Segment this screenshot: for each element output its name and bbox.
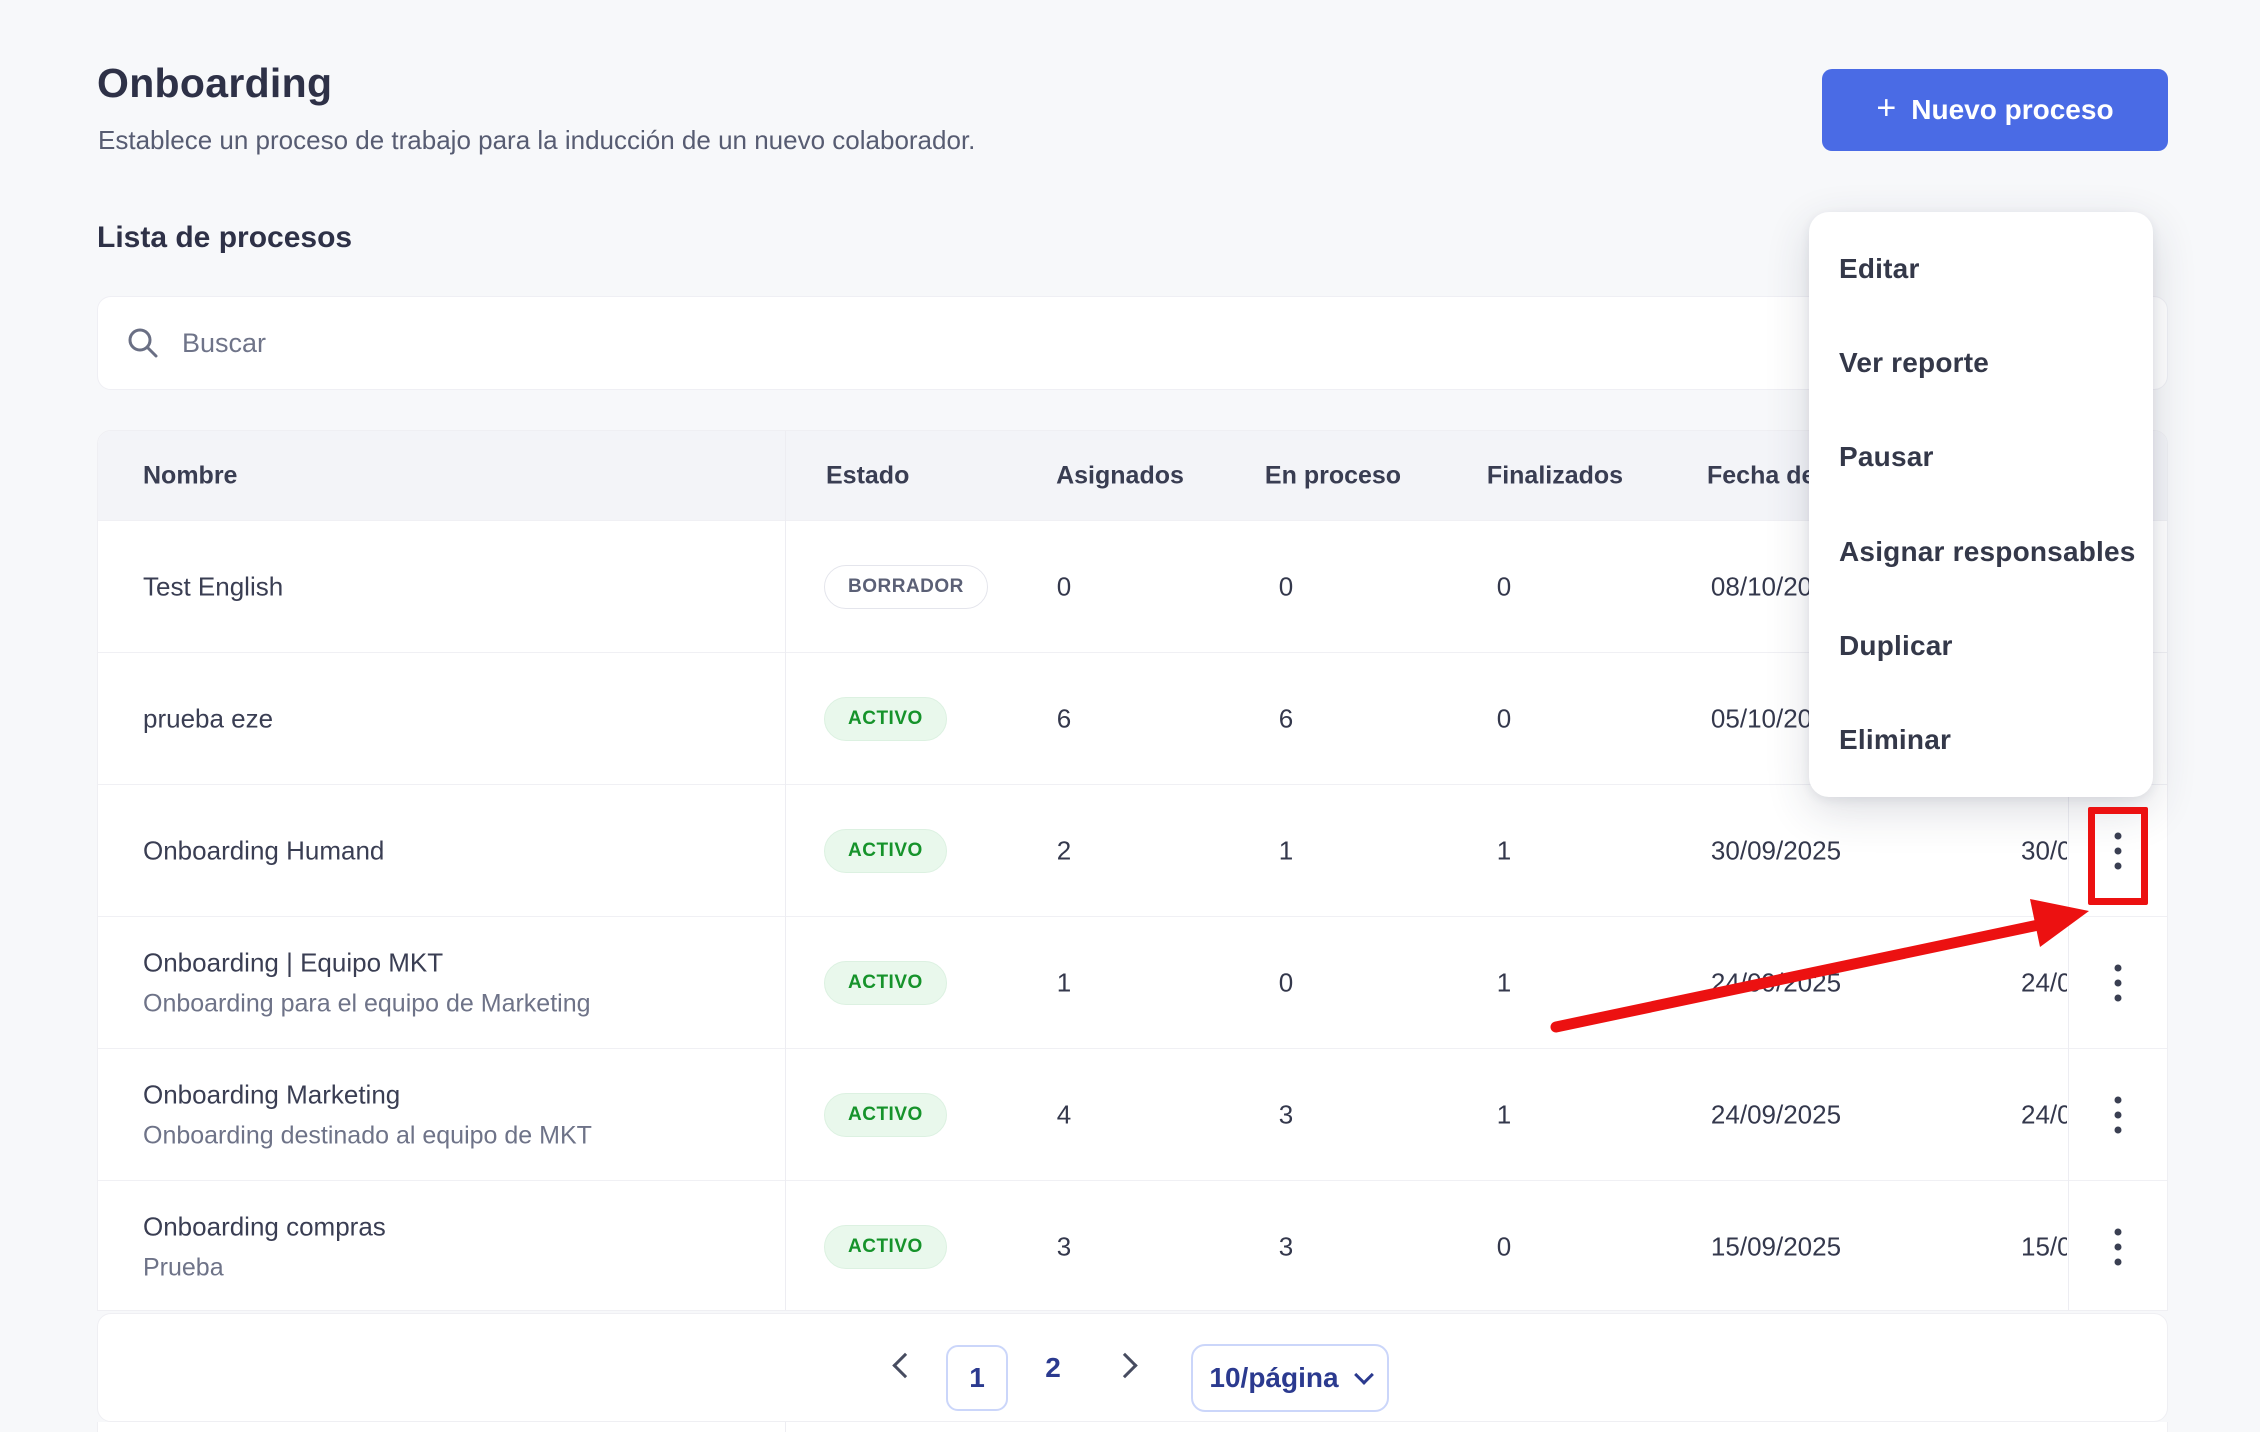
in-progress-count: 0 <box>1279 571 1293 602</box>
table-row: Onboarding Marketing Onboarding destinado… <box>98 1048 2167 1180</box>
finished-count: 0 <box>1497 1231 1511 1262</box>
row-actions-kebab-icon[interactable] <box>2107 956 2130 1009</box>
partial-table-row <box>97 1422 2168 1432</box>
page-size-select[interactable]: 10/página <box>1191 1344 1389 1412</box>
pagination-page-1-active[interactable]: 1 <box>946 1345 1008 1411</box>
onboarding-page: Onboarding Establece un proceso de traba… <box>0 0 2260 1432</box>
assigned-count: 4 <box>1057 1099 1071 1130</box>
date-1: 15/09/2025 <box>1711 1231 1841 1262</box>
process-name: Test English <box>143 571 283 602</box>
chevron-down-icon <box>1354 1365 1374 1385</box>
process-description: Prueba <box>143 1253 386 1282</box>
column-header-en-proceso: En proceso <box>1265 461 1401 490</box>
column-header-finalizados: Finalizados <box>1487 461 1623 490</box>
new-process-label: Nuevo proceso <box>1911 94 2113 126</box>
status-badge: ACTIVO <box>824 1093 947 1137</box>
date-2-clipped: 24/09/2025 <box>2021 1049 2067 1180</box>
date-1: 30/09/2025 <box>1711 835 1841 866</box>
pagination-bar: 1 2 10/página <box>97 1313 2168 1422</box>
date-2-clipped: 15/09/2025 <box>2021 1181 2067 1311</box>
row-context-menu: Editar Ver reporte Pausar Asignar respon… <box>1809 212 2153 797</box>
menu-item-duplicar[interactable]: Duplicar <box>1809 599 2153 693</box>
finished-count: 0 <box>1497 571 1511 602</box>
process-description: Onboarding para el equipo de Marketing <box>143 989 591 1018</box>
table-row: Onboarding Humand ACTIVO 2 1 1 30/09/2025 30/0… <box>98 784 2167 916</box>
chevron-right-icon <box>1112 1352 1137 1377</box>
chevron-left-icon <box>892 1352 917 1377</box>
in-progress-count: 6 <box>1279 703 1293 734</box>
column-header-estado: Estado <box>826 461 909 490</box>
process-name: Onboarding Marketing <box>143 1079 592 1110</box>
name-cell: Onboarding Humand <box>143 835 384 866</box>
assigned-count: 0 <box>1057 571 1071 602</box>
new-process-button[interactable]: + Nuevo proceso <box>1822 69 2168 151</box>
process-name: Onboarding Humand <box>143 835 384 866</box>
page-title: Onboarding <box>97 60 332 107</box>
process-name: Onboarding | Equipo MKT <box>143 947 591 978</box>
menu-item-asignar-responsables[interactable]: Asignar responsables <box>1809 505 2153 599</box>
status-badge: ACTIVO <box>824 1225 947 1269</box>
pagination-next-button[interactable] <box>1116 1356 1134 1379</box>
table-row: Onboarding | Equipo MKT Onboarding para e… <box>98 916 2167 1048</box>
column-divider <box>785 431 786 1310</box>
date-1: 24/09/2025 <box>1711 967 1841 998</box>
status-badge: ACTIVO <box>824 697 947 741</box>
finished-count: 0 <box>1497 703 1511 734</box>
row-actions-kebab-icon[interactable] <box>2107 1088 2130 1141</box>
assigned-count: 3 <box>1057 1231 1071 1262</box>
assigned-count: 1 <box>1057 967 1071 998</box>
process-list-heading: Lista de procesos <box>97 221 352 255</box>
finished-count: 1 <box>1497 1099 1511 1130</box>
assigned-count: 6 <box>1057 703 1071 734</box>
menu-item-pausar[interactable]: Pausar <box>1809 410 2153 504</box>
status-badge: BORRADOR <box>824 565 988 609</box>
row-actions-kebab-icon[interactable] <box>2107 1220 2130 1273</box>
name-cell: prueba eze <box>143 703 273 734</box>
page-number: 1 <box>969 1362 985 1394</box>
in-progress-count: 3 <box>1279 1231 1293 1262</box>
in-progress-count: 1 <box>1279 835 1293 866</box>
menu-item-eliminar[interactable]: Eliminar <box>1809 693 2153 787</box>
search-icon <box>126 326 160 360</box>
date-2-clipped: 24/09/2025 <box>2021 917 2067 1048</box>
process-description: Onboarding destinado al equipo de MKT <box>143 1121 592 1150</box>
status-badge: ACTIVO <box>824 829 947 873</box>
menu-item-ver-reporte[interactable]: Ver reporte <box>1809 316 2153 410</box>
process-name: Onboarding compras <box>143 1211 386 1242</box>
plus-icon: + <box>1876 91 1896 125</box>
column-header-nombre: Nombre <box>143 461 237 490</box>
table-row: Onboarding compras Prueba ACTIVO 3 3 0 15/09/2… <box>98 1180 2167 1311</box>
name-cell: Onboarding | Equipo MKT Onboarding para e… <box>143 947 591 1018</box>
finished-count: 1 <box>1497 835 1511 866</box>
finished-count: 1 <box>1497 967 1511 998</box>
name-cell: Onboarding Marketing Onboarding destinado… <box>143 1079 592 1150</box>
name-cell: Onboarding compras Prueba <box>143 1211 386 1282</box>
in-progress-count: 0 <box>1279 967 1293 998</box>
status-badge: ACTIVO <box>824 961 947 1005</box>
pagination-prev-button[interactable] <box>896 1356 914 1379</box>
column-header-fecha: Fecha de <box>1707 461 1815 490</box>
column-header-asignados: Asignados <box>1056 461 1184 490</box>
page-subtitle: Establece un proceso de trabajo para la … <box>98 125 975 156</box>
annotation-highlight-box <box>2088 807 2148 905</box>
assigned-count: 2 <box>1057 835 1071 866</box>
menu-item-editar[interactable]: Editar <box>1809 222 2153 316</box>
process-name: prueba eze <box>143 703 273 734</box>
pagination-page-2[interactable]: 2 <box>1045 1352 1061 1384</box>
date-1: 24/09/2025 <box>1711 1099 1841 1130</box>
name-cell: Test English <box>143 571 283 602</box>
in-progress-count: 3 <box>1279 1099 1293 1130</box>
column-divider <box>785 1422 786 1432</box>
date-2-clipped: 30/09/2025 <box>2021 785 2067 916</box>
page-size-label: 10/página <box>1209 1362 1338 1394</box>
